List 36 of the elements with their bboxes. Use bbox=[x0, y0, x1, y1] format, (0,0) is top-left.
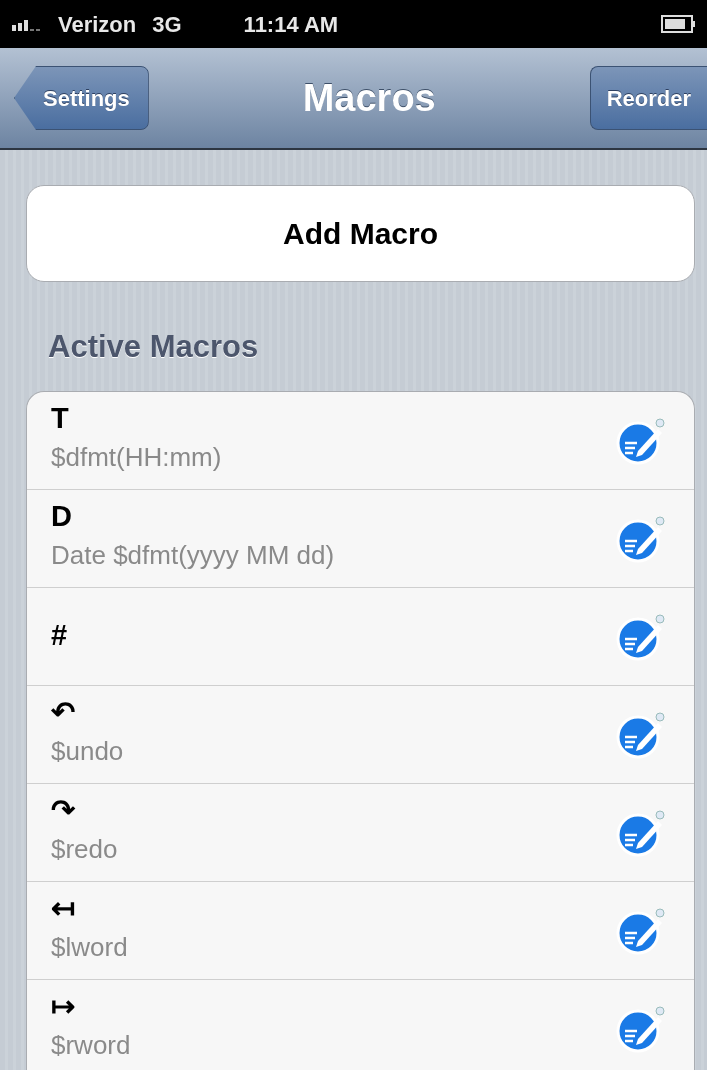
macro-name: ↶ bbox=[51, 696, 76, 729]
network-type: 3G bbox=[152, 10, 182, 39]
macro-name: # bbox=[51, 620, 69, 652]
macro-value: $rword bbox=[51, 1029, 132, 1063]
section-header: Active Macros bbox=[47, 328, 260, 366]
battery-icon bbox=[661, 15, 695, 33]
edit-icon[interactable] bbox=[616, 905, 666, 955]
macro-value: $dfmt(HH:mm) bbox=[51, 441, 223, 475]
macro-value: $redo bbox=[51, 833, 119, 867]
macro-row[interactable]: T $dfmt(HH:mm) bbox=[27, 391, 694, 490]
add-macro-button[interactable]: Add Macro bbox=[26, 185, 695, 282]
macro-row[interactable]: ↷ $redo bbox=[27, 783, 694, 882]
screen-title: Macros bbox=[301, 75, 437, 121]
edit-icon[interactable] bbox=[616, 415, 666, 465]
edit-icon[interactable] bbox=[616, 807, 666, 857]
edit-icon[interactable] bbox=[616, 611, 666, 661]
carrier-name: Verizon bbox=[58, 10, 137, 39]
back-button[interactable]: Settings bbox=[14, 66, 149, 130]
macro-name: D bbox=[51, 500, 73, 533]
macro-value: $undo bbox=[51, 735, 125, 769]
reorder-button[interactable]: Reorder bbox=[589, 66, 707, 130]
edit-icon[interactable] bbox=[616, 1003, 666, 1053]
macro-row[interactable]: ↤ $lword bbox=[27, 881, 694, 980]
edit-icon[interactable] bbox=[616, 513, 666, 563]
macro-name: ↦ bbox=[51, 990, 76, 1023]
macro-row[interactable]: # bbox=[27, 587, 694, 686]
macro-name: ↤ bbox=[51, 892, 76, 925]
macro-name: T bbox=[51, 402, 70, 435]
macro-name: ↷ bbox=[51, 794, 76, 827]
edit-icon[interactable] bbox=[616, 709, 666, 759]
status-time: 11:14 AM bbox=[243, 10, 339, 39]
macro-row[interactable]: D Date $dfmt(yyyy MM dd) bbox=[27, 489, 694, 588]
macro-value: $lword bbox=[51, 931, 129, 965]
macro-row[interactable]: ↶ $undo bbox=[27, 685, 694, 784]
macro-value: Date $dfmt(yyyy MM dd) bbox=[51, 539, 336, 573]
macro-row[interactable]: ↦ $rword bbox=[27, 979, 694, 1070]
